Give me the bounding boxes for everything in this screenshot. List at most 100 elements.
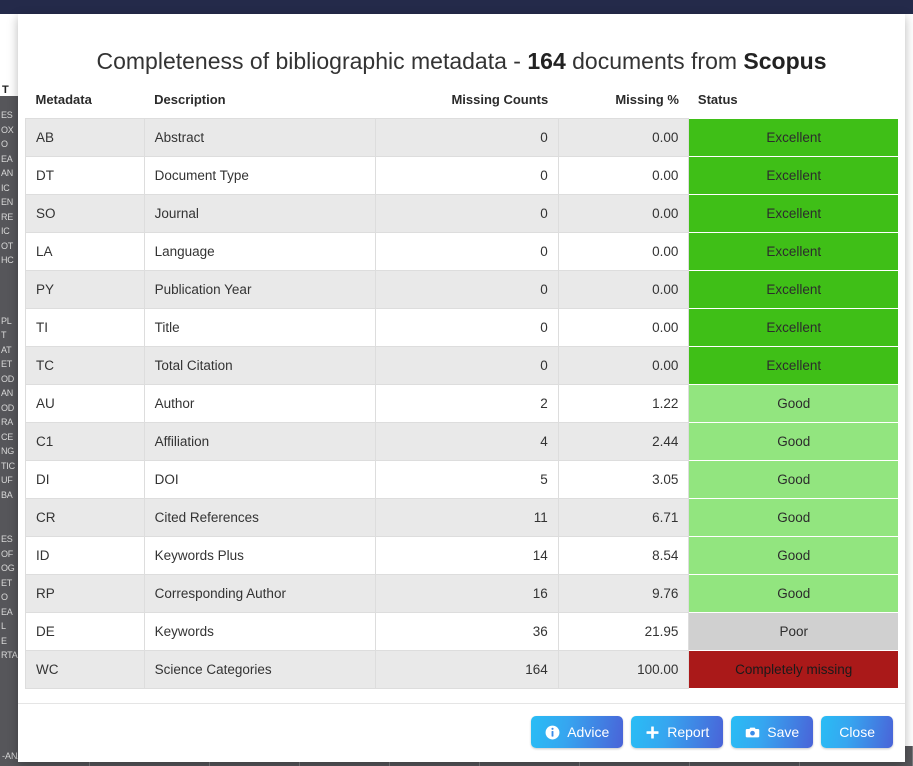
sidebar-line: ES [1, 534, 13, 544]
sidebar-line: OG [1, 563, 15, 573]
sidebar-line: E [1, 635, 7, 646]
cell-description: Cited References [143, 497, 376, 537]
column-header-missing-counts: Missing Counts [451, 91, 549, 107]
column-header-description: Description [154, 91, 226, 107]
cell-missing-percent: 0.00 [557, 155, 690, 195]
status-badge: Excellent [688, 269, 898, 309]
table-row: WC Science Categories 164 100.00 Completely … [25, 649, 898, 689]
cell-description: Language [143, 231, 376, 271]
close-button[interactable]: Close [821, 716, 893, 748]
sidebar-line: NG [1, 446, 15, 456]
cell-description: Document Type [143, 155, 376, 195]
cell-metadata: DI [25, 459, 145, 499]
table-row: DT Document Type 0 0.00 Excellent [25, 155, 898, 195]
cell-metadata: AU [25, 383, 145, 423]
cell-metadata: C1 [25, 421, 145, 461]
title-prefix: Completeness of bibliographic metadata - [96, 48, 528, 74]
cell-missing-percent: 0.00 [557, 269, 690, 309]
cell-missing-counts: 5 [374, 459, 559, 499]
close-button-label: Close [839, 724, 875, 740]
cell-missing-percent: 0.00 [557, 345, 690, 385]
status-badge: Excellent [688, 345, 898, 385]
camera-icon [745, 725, 760, 740]
sidebar-line: OF [1, 548, 14, 559]
table-row: RP Corresponding Author 16 9.76 Good [25, 573, 898, 613]
cell-missing-counts: 16 [374, 573, 559, 613]
sidebar-line: ES [1, 110, 13, 120]
report-button[interactable]: Report [631, 716, 724, 748]
cell-metadata: SO [25, 193, 145, 233]
sidebar-line: EN [1, 197, 14, 207]
cell-missing-percent: 0.00 [557, 231, 690, 271]
sidebar-line: UF [1, 475, 13, 485]
sidebar-line: EA [1, 606, 13, 617]
table-row: TC Total Citation 0 0.00 Excellent [25, 345, 898, 385]
cell-metadata: TI [25, 307, 145, 347]
cell-missing-counts: 164 [374, 649, 559, 689]
advice-button[interactable]: Advice [531, 716, 624, 748]
table-row: PY Publication Year 0 0.00 Excellent [25, 269, 898, 309]
cell-metadata: WC [25, 649, 145, 689]
status-badge: Poor [688, 611, 898, 651]
info-circle-icon [545, 725, 560, 740]
sidebar-line: RTA [1, 650, 18, 660]
cell-description: Abstract [143, 117, 376, 157]
title-source: Scopus [743, 48, 827, 74]
sidebar-line: ET [1, 577, 13, 588]
cell-missing-counts: 0 [374, 345, 559, 385]
completeness-modal: Completeness of bibliographic metadata -… [18, 14, 905, 762]
cell-description: Affiliation [143, 421, 376, 461]
table-row: AB Abstract 0 0.00 Excellent [25, 117, 898, 157]
table-row: LA Language 0 0.00 Excellent [25, 231, 898, 271]
sidebar-line: RA [1, 417, 14, 427]
cell-missing-percent: 0.00 [557, 117, 690, 157]
cell-metadata: ID [25, 535, 145, 575]
cell-metadata: PY [25, 269, 145, 309]
cell-metadata: TC [25, 345, 145, 385]
cell-missing-counts: 0 [374, 269, 559, 309]
status-badge: Excellent [688, 117, 898, 157]
cell-description: Journal [143, 193, 376, 233]
cell-missing-percent: 0.00 [557, 193, 690, 233]
table-row: DI DOI 5 3.05 Good [25, 459, 898, 499]
sidebar-line: OD [1, 373, 15, 384]
cell-missing-percent: 3.05 [557, 459, 690, 499]
cell-metadata: AB [25, 117, 145, 157]
title-middle: documents from [565, 48, 744, 74]
cell-description: Keywords [143, 611, 376, 651]
cell-metadata: RP [25, 573, 145, 613]
cell-missing-percent: 21.95 [557, 611, 690, 651]
sidebar-line: IC [1, 182, 10, 193]
cell-missing-percent: 1.22 [557, 383, 690, 423]
cell-description: Science Categories [143, 649, 376, 689]
sidebar-line: TIC [1, 460, 15, 471]
plus-icon [645, 725, 660, 740]
cell-missing-counts: 0 [374, 117, 559, 157]
save-button[interactable]: Save [731, 716, 814, 748]
title-document-count: 164 [527, 48, 566, 74]
cell-description: Author [143, 383, 376, 423]
status-badge: Good [688, 497, 898, 537]
cell-description: Total Citation [143, 345, 376, 385]
cell-missing-counts: 0 [374, 307, 559, 347]
sidebar-line: OX [1, 124, 14, 135]
sidebar-line: RE [1, 211, 14, 222]
status-badge: Excellent [688, 307, 898, 347]
cell-missing-percent: 8.54 [557, 535, 690, 575]
table-row: TI Title 0 0.00 Excellent [25, 307, 898, 347]
sidebar-line: EA [1, 153, 13, 164]
cell-description: Corresponding Author [143, 573, 376, 613]
status-badge: Good [688, 535, 898, 575]
status-badge: Completely missing [688, 649, 898, 689]
table-row: ID Keywords Plus 14 8.54 Good [25, 535, 898, 575]
cell-missing-counts: 11 [374, 497, 559, 537]
cell-missing-counts: 36 [374, 611, 559, 651]
table-row: AU Author 2 1.22 Good [25, 383, 898, 423]
sidebar-line: OD [1, 402, 15, 413]
metadata-table-container: Metadata Description Missing Counts Miss… [18, 92, 905, 703]
sidebar-line: BA [1, 489, 13, 500]
sidebar-line: AT [1, 344, 12, 355]
table-row: SO Journal 0 0.00 Excellent [25, 193, 898, 233]
sidebar-line: AN [1, 388, 14, 398]
cell-missing-counts: 4 [374, 421, 559, 461]
